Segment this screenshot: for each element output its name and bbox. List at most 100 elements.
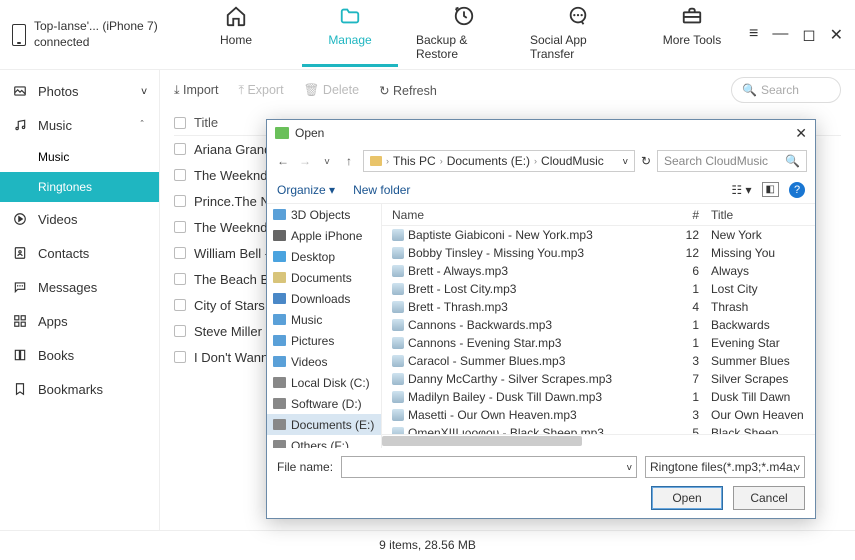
search-icon: 🔍	[785, 154, 800, 168]
file-row[interactable]: Cannons - Backwards.mp31Backwards	[382, 316, 815, 334]
dialog-search-input[interactable]: Search CloudMusic🔍	[657, 150, 807, 172]
tree-item[interactable]: Videos	[267, 351, 381, 372]
cancel-button[interactable]: Cancel	[733, 486, 805, 510]
nav-up-icon[interactable]: ↑	[341, 154, 357, 168]
open-button[interactable]: Open	[651, 486, 723, 510]
file-row[interactable]: Brett - Always.mp36Always	[382, 262, 815, 280]
nav-back-icon[interactable]: ←	[275, 154, 291, 168]
window-controls: ≡ — ◻ ✕	[749, 25, 843, 45]
sidebar-item-books[interactable]: Books	[0, 338, 159, 372]
row-checkbox[interactable]	[174, 299, 186, 311]
file-row[interactable]: Danny McCarthy - Silver Scrapes.mp37Silv…	[382, 370, 815, 388]
nav-forward-icon[interactable]: →	[297, 154, 313, 168]
sidebar-item-videos[interactable]: Videos	[0, 202, 159, 236]
photos-icon	[12, 84, 30, 98]
chevron-up-icon: ＾	[137, 118, 147, 133]
tree-item[interactable]: Music	[267, 309, 381, 330]
organize-dropdown[interactable]: Organize ▾	[277, 183, 335, 197]
tree-label: Videos	[291, 355, 327, 369]
horizontal-scrollbar[interactable]	[382, 434, 815, 448]
row-checkbox[interactable]	[174, 143, 186, 155]
tree-item[interactable]: 3D Objects	[267, 204, 381, 225]
sidebar-sub-music[interactable]: Music	[0, 142, 159, 172]
file-row[interactable]: Madilyn Bailey - Dusk Till Dawn.mp31Dusk…	[382, 388, 815, 406]
sidebar-item-messages[interactable]: Messages	[0, 270, 159, 304]
nav-refresh-icon[interactable]: ↻	[641, 154, 651, 168]
file-title: Dusk Till Dawn	[705, 390, 815, 404]
chevron-down-icon[interactable]: ⅴ	[627, 462, 632, 473]
file-row[interactable]: Bobby Tinsley - Missing You.mp312Missing…	[382, 244, 815, 262]
device-info[interactable]: Top-Ianse'... (iPhone 7) connected	[12, 19, 188, 50]
search-input[interactable]: 🔍 Search	[731, 77, 841, 103]
view-mode-icon[interactable]: ☷ ▾	[731, 183, 751, 197]
row-checkbox[interactable]	[174, 325, 186, 337]
row-checkbox[interactable]	[174, 273, 186, 285]
audio-file-icon	[392, 247, 404, 259]
file-track: 7	[673, 372, 705, 386]
chat-icon	[566, 3, 590, 29]
tree-item[interactable]: Downloads	[267, 288, 381, 309]
row-checkbox[interactable]	[174, 169, 186, 181]
nav-recent-icon[interactable]: ⅴ	[319, 156, 335, 167]
preview-pane-icon[interactable]: ◧	[762, 182, 779, 197]
sidebar-item-music[interactable]: Music＾	[0, 108, 159, 142]
tree-item[interactable]: Others (F:)	[267, 435, 381, 448]
select-all-checkbox[interactable]	[174, 117, 186, 129]
row-checkbox[interactable]	[174, 247, 186, 259]
row-checkbox[interactable]	[174, 195, 186, 207]
breadcrumb[interactable]: ›This PC ›Documents (E:) ›CloudMusic ⅴ	[363, 150, 635, 172]
refresh-button[interactable]: ↻ Refresh	[379, 83, 437, 98]
dialog-title: Open	[295, 126, 324, 140]
tree-item[interactable]: Pictures	[267, 330, 381, 351]
new-folder-button[interactable]: New folder	[353, 183, 410, 197]
row-checkbox[interactable]	[174, 221, 186, 233]
tree-item[interactable]: Documents	[267, 267, 381, 288]
sidebar-item-photos[interactable]: Photosⅴ	[0, 74, 159, 108]
sidebar-item-apps[interactable]: Apps	[0, 304, 159, 338]
export-button[interactable]: ⤒ Export	[238, 83, 283, 98]
tree-item[interactable]: Apple iPhone	[267, 225, 381, 246]
nav-more[interactable]: More Tools	[644, 3, 740, 67]
filename-input[interactable]: ⅴ	[341, 456, 637, 478]
nav-backup[interactable]: Backup & Restore	[416, 3, 512, 67]
sidebar-item-bookmarks[interactable]: Bookmarks	[0, 372, 159, 406]
sidebar-sub-ringtones[interactable]: Ringtones	[0, 172, 159, 202]
nav-social[interactable]: Social App Transfer	[530, 3, 626, 67]
sidebar-item-contacts[interactable]: Contacts	[0, 236, 159, 270]
device-status: connected	[34, 35, 158, 51]
file-title: Black Sheep	[705, 426, 815, 434]
file-row[interactable]: Masetti - Our Own Heaven.mp33Our Own Hea…	[382, 406, 815, 424]
filename-label: File name:	[277, 460, 333, 474]
nav-manage[interactable]: Manage	[302, 3, 398, 67]
file-row[interactable]: Cannons - Evening Star.mp31Evening Star	[382, 334, 815, 352]
file-row[interactable]: Baptiste Giabiconi - New York.mp312New Y…	[382, 226, 815, 244]
tree-item[interactable]: Software (D:)	[267, 393, 381, 414]
row-checkbox[interactable]	[174, 351, 186, 363]
chevron-down-icon[interactable]: ⅴ	[623, 156, 628, 167]
dialog-folder-icon	[275, 127, 289, 139]
file-track: 1	[673, 336, 705, 350]
file-row[interactable]: Brett - Lost City.mp31Lost City	[382, 280, 815, 298]
delete-button[interactable]: 🗑 Delete	[304, 83, 359, 98]
maximize-icon[interactable]: ◻	[802, 25, 815, 45]
file-row[interactable]: Brett - Thrash.mp34Thrash	[382, 298, 815, 316]
filetype-select[interactable]: Ringtone files(*.mp3;*.m4a;*.mⅴ	[645, 456, 805, 478]
tree-item[interactable]: Documents (E:)	[267, 414, 381, 435]
nav-home[interactable]: Home	[188, 3, 284, 67]
song-title: I Don't Wanna	[194, 350, 276, 365]
file-title: Backwards	[705, 318, 815, 332]
close-icon[interactable]: ✕	[830, 25, 843, 45]
audio-file-icon	[392, 337, 404, 349]
minimize-icon[interactable]: —	[772, 25, 788, 45]
file-row[interactable]: Caracol - Summer Blues.mp33Summer Blues	[382, 352, 815, 370]
menu-icon[interactable]: ≡	[749, 25, 758, 45]
help-icon[interactable]: ?	[789, 182, 805, 198]
file-row[interactable]: OmenXIII,ιροφου - Black Sheep.mp35Black …	[382, 424, 815, 434]
tree-item[interactable]: Desktop	[267, 246, 381, 267]
tree-item[interactable]: Local Disk (C:)	[267, 372, 381, 393]
file-list-header[interactable]: Name # Title	[382, 204, 815, 226]
song-title: City of Stars (	[194, 298, 273, 313]
import-button[interactable]: ⤓ Import	[174, 83, 218, 98]
audio-file-icon	[392, 229, 404, 241]
dialog-close-icon[interactable]: ✕	[795, 125, 807, 142]
